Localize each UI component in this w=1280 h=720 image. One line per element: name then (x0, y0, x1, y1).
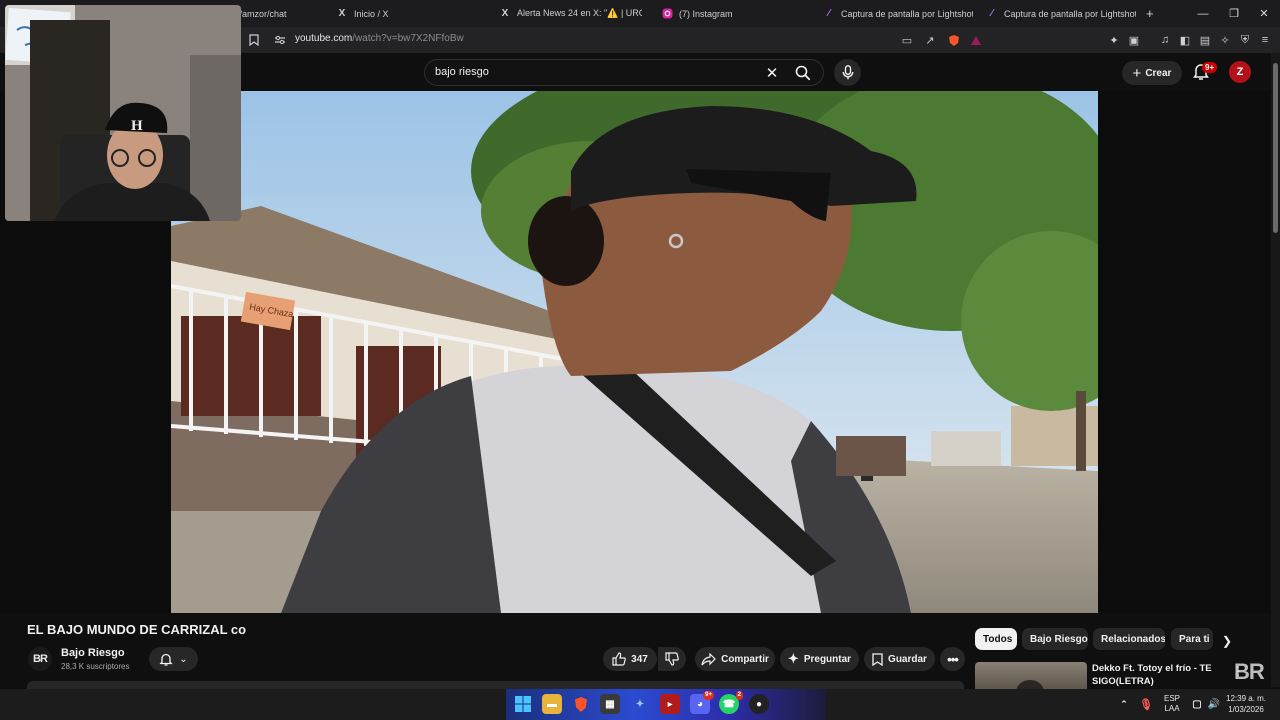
brave-rewards-icon[interactable] (968, 32, 984, 48)
discord-icon[interactable]: ◕ 9+ (690, 691, 714, 714)
video-frame[interactable]: Hay Chaza (171, 91, 1098, 613)
description-box[interactable] (27, 681, 964, 689)
bell-icon (159, 653, 173, 666)
share-label: Compartir (721, 653, 769, 665)
extensions-icon[interactable]: ✦ (1106, 32, 1122, 48)
tab-instagram[interactable]: (7) Instagram (661, 0, 801, 27)
search-button[interactable] (789, 63, 817, 83)
microphone-icon (842, 65, 853, 80)
media-controls-icon[interactable]: ♫ (1157, 32, 1173, 48)
search-icon (795, 65, 811, 81)
tab-lightshot-2[interactable]: ∕ Captura de pantalla por Lightshot (986, 0, 1136, 27)
sidebar-icon[interactable]: ◧ (1177, 32, 1193, 48)
page-scrollbar[interactable] (1271, 53, 1280, 687)
sparkle-icon: ✦ (787, 651, 799, 666)
bookmark-icon[interactable] (246, 32, 262, 48)
plus-icon: + (1132, 64, 1142, 82)
like-count: 347 (631, 653, 648, 665)
more-actions-button[interactable]: ••• (940, 647, 965, 671)
save-label: Guardar (888, 653, 927, 665)
chip-bajo-riesgo[interactable]: Bajo Riesgo (1022, 628, 1088, 650)
game-app-icon[interactable]: ▶ (660, 694, 680, 714)
streamer-webcam-overlay: H (5, 5, 241, 221)
screenshot-icon[interactable]: ▣ (1126, 32, 1142, 48)
x-logo-icon: X (501, 8, 509, 19)
site-settings-icon[interactable] (272, 32, 288, 48)
leo-ai-icon[interactable]: ✧ (1217, 32, 1233, 48)
ask-button[interactable]: ✦ Preguntar (780, 647, 859, 671)
dislike-button[interactable] (658, 647, 686, 671)
obs-icon[interactable]: ● (749, 694, 769, 714)
chevron-up-icon[interactable]: ⌃ (1114, 694, 1134, 714)
share-arrow-icon (701, 652, 716, 665)
more-horizontal-icon: ••• (947, 651, 959, 667)
file-explorer-icon[interactable]: ▬ (542, 694, 562, 714)
search-input[interactable] (435, 66, 755, 78)
voice-search-button[interactable] (834, 59, 861, 86)
chip-for-you[interactable]: Para ti (1171, 628, 1213, 650)
windows-start-icon[interactable] (513, 694, 533, 714)
thumbs-down-icon (665, 652, 679, 666)
keyboard-language[interactable]: ESP LAA (1164, 694, 1180, 714)
tab-label: Inicio / X (354, 8, 389, 19)
share-button[interactable]: Compartir (695, 647, 775, 671)
tab-label: Alerta News 24 en X: "⚠️ | URGENTE (517, 8, 642, 18)
channel-avatar[interactable]: BR (28, 647, 52, 671)
discord-badge: 9+ (703, 691, 714, 700)
tab-alerta-news[interactable]: X Alerta News 24 en X: "⚠️ | URGENTE (499, 0, 642, 27)
brave-shields-icon[interactable] (946, 32, 962, 48)
cast-icon[interactable]: ▭ (899, 32, 915, 48)
chip-related[interactable]: Relacionados (1093, 628, 1165, 650)
whatsapp-badge: 2 (735, 691, 743, 700)
bookmark-icon (872, 652, 883, 666)
menu-icon[interactable]: ≡ (1257, 32, 1273, 48)
app-icon[interactable]: ✦ (630, 694, 650, 714)
tab-label: Captura de pantalla por Lightshot (1004, 8, 1136, 19)
volume-icon[interactable]: 🔊 (1204, 694, 1224, 714)
recommended-video-title[interactable]: Dekko Ft. Totoy el frío - TE SIGO(LETRA) (1092, 662, 1222, 688)
thumbs-up-icon (612, 652, 627, 666)
close-window-button[interactable]: ✕ (1245, 0, 1280, 27)
store-icon[interactable]: ▦ (600, 694, 620, 714)
subscribed-notifications-button[interactable]: ⌄ (149, 647, 198, 671)
chevron-down-icon: ⌄ (179, 653, 188, 665)
chevron-right-icon[interactable]: ❯ (1219, 633, 1235, 649)
tab-twitch-chat[interactable]: ut/amzor/chat (232, 0, 322, 27)
chip-all[interactable]: Todos (975, 628, 1017, 650)
channel-name[interactable]: Bajo Riesgo (61, 647, 125, 659)
instagram-icon (661, 8, 673, 20)
create-button[interactable]: + Crear (1122, 61, 1182, 85)
whatsapp-icon[interactable]: ☎ 2 (719, 691, 743, 714)
ask-label: Preguntar (803, 653, 852, 665)
microphone-icon[interactable]: 🎙 (1136, 694, 1156, 714)
video-title: EL BAJO MUNDO DE CARRIZAL co (27, 622, 247, 637)
windows-taskbar: ▬ ▦ ✦ ▶ ◕ 9+ ☎ 2 ● ⌃ 🎙 ESP LAA ▢ 🔊 12:39… (0, 689, 1280, 720)
url-field[interactable]: youtube.com/watch?v=bw7X2NFfoBw (295, 33, 464, 44)
account-avatar[interactable]: Z (1229, 61, 1251, 83)
system-clock[interactable]: 12:39 a. m. 1/03/2026 (1226, 693, 1266, 715)
lightshot-feather-icon: ∕ (828, 8, 830, 19)
search-box: ✕ (424, 59, 824, 86)
create-label: Crear (1145, 67, 1172, 79)
share-page-icon[interactable]: ↗ (922, 32, 938, 48)
brave-browser-icon[interactable] (571, 694, 591, 714)
recommended-video-thumbnail[interactable] (975, 662, 1087, 690)
tab-lightshot-1[interactable]: ∕ Captura de pantalla por Lightshot (823, 0, 973, 27)
lightshot-feather-icon: ∕ (991, 8, 993, 19)
clear-search-icon[interactable]: ✕ (763, 64, 781, 82)
tab-label: Captura de pantalla por Lightshot (841, 8, 973, 19)
more-vertical-icon[interactable]: ⋮ (1232, 663, 1244, 679)
subscriber-count: 28,3 K suscriptores (61, 662, 130, 671)
tab-label: (7) Instagram (679, 8, 733, 19)
tab-x-home[interactable]: X Inicio / X (336, 0, 476, 27)
vpn-shield-icon[interactable]: ⛨ (1237, 32, 1253, 48)
new-tab-button[interactable]: + (1146, 0, 1160, 27)
notification-count-badge: 9+ (1202, 62, 1218, 73)
save-button[interactable]: Guardar (864, 647, 935, 671)
x-logo-icon: X (338, 8, 346, 19)
svg-text:H: H (131, 118, 143, 134)
scrollbar-thumb[interactable] (1273, 63, 1278, 233)
like-button[interactable]: 347 (603, 647, 657, 671)
wallet-icon[interactable]: ▤ (1197, 32, 1213, 48)
